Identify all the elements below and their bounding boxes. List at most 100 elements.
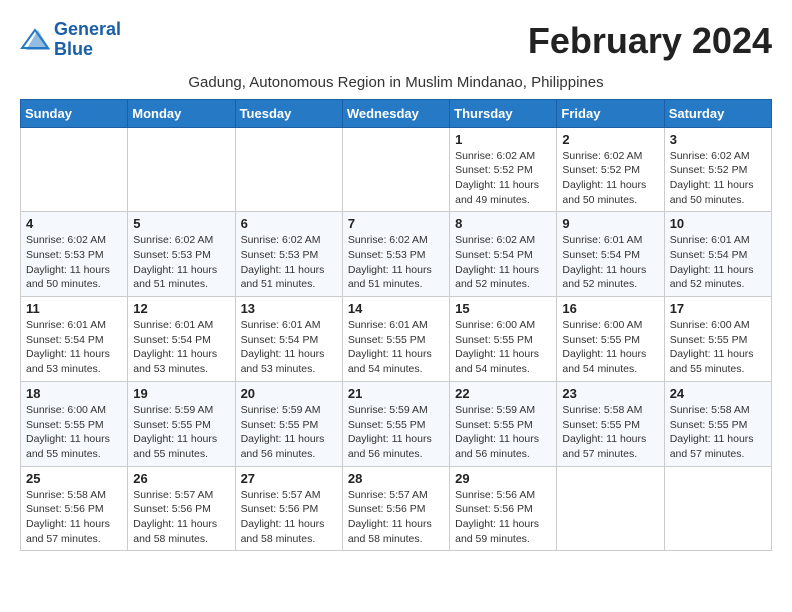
day-info: Sunrise: 6:02 AM Sunset: 5:52 PM Dayligh… [562, 149, 658, 208]
logo-line1: General [54, 19, 121, 39]
day-info: Sunrise: 5:59 AM Sunset: 5:55 PM Dayligh… [133, 403, 229, 462]
day-number: 29 [455, 471, 551, 486]
day-info: Sunrise: 5:57 AM Sunset: 5:56 PM Dayligh… [348, 488, 444, 547]
day-number: 17 [670, 301, 766, 316]
day-info: Sunrise: 6:00 AM Sunset: 5:55 PM Dayligh… [26, 403, 122, 462]
calendar-cell-w3d5: 23 Sunrise: 5:58 AM Sunset: 5:55 PM Dayli… [557, 381, 664, 466]
logo: General Blue [20, 20, 121, 60]
day-number: 28 [348, 471, 444, 486]
header-thursday: Thursday [450, 99, 557, 127]
header-saturday: Saturday [664, 99, 771, 127]
day-number: 8 [455, 216, 551, 231]
calendar-cell-w4d0: 25 Sunrise: 5:58 AM Sunset: 5:56 PM Dayli… [21, 466, 128, 551]
day-info: Sunrise: 5:59 AM Sunset: 5:55 PM Dayligh… [241, 403, 337, 462]
calendar-table: Sunday Monday Tuesday Wednesday Thursday… [20, 99, 772, 552]
day-info: Sunrise: 6:02 AM Sunset: 5:53 PM Dayligh… [348, 233, 444, 292]
day-number: 11 [26, 301, 122, 316]
calendar-cell-w0d5: 2 Sunrise: 6:02 AM Sunset: 5:52 PM Daylig… [557, 127, 664, 212]
day-number: 10 [670, 216, 766, 231]
day-number: 15 [455, 301, 551, 316]
day-number: 12 [133, 301, 229, 316]
calendar-cell-w1d5: 9Sunrise: 6:01 AM Sunset: 5:54 PM Daylig… [557, 212, 664, 297]
day-number: 14 [348, 301, 444, 316]
header-wednesday: Wednesday [342, 99, 449, 127]
day-info: Sunrise: 5:59 AM Sunset: 5:55 PM Dayligh… [348, 403, 444, 462]
day-number: 18 [26, 386, 122, 401]
calendar-cell-w1d3: 7 Sunrise: 6:02 AM Sunset: 5:53 PM Daylig… [342, 212, 449, 297]
day-number: 2 [562, 132, 658, 147]
calendar-cell-w1d0: 4Sunrise: 6:02 AM Sunset: 5:53 PM Daylig… [21, 212, 128, 297]
day-number: 23 [562, 386, 658, 401]
day-info: Sunrise: 6:01 AM Sunset: 5:54 PM Dayligh… [670, 233, 766, 292]
calendar-week-row-3: 18 Sunrise: 6:00 AM Sunset: 5:55 PM Dayli… [21, 381, 772, 466]
day-number: 24 [670, 386, 766, 401]
day-number: 3 [670, 132, 766, 147]
day-number: 13 [241, 301, 337, 316]
calendar-title: February 2024 [528, 20, 772, 62]
day-info: Sunrise: 6:01 AM Sunset: 5:54 PM Dayligh… [133, 318, 229, 377]
calendar-cell-w4d2: 27 Sunrise: 5:57 AM Sunset: 5:56 PM Dayli… [235, 466, 342, 551]
calendar-cell-w2d2: 13 Sunrise: 6:01 AM Sunset: 5:54 PM Dayli… [235, 297, 342, 382]
calendar-cell-w2d4: 15 Sunrise: 6:00 AM Sunset: 5:55 PM Dayli… [450, 297, 557, 382]
calendar-week-row-0: 1 Sunrise: 6:02 AM Sunset: 5:52 PM Daylig… [21, 127, 772, 212]
calendar-cell-w2d6: 17 Sunrise: 6:00 AM Sunset: 5:55 PM Dayli… [664, 297, 771, 382]
day-info: Sunrise: 6:02 AM Sunset: 5:52 PM Dayligh… [455, 149, 551, 208]
calendar-cell-w3d1: 19 Sunrise: 5:59 AM Sunset: 5:55 PM Dayli… [128, 381, 235, 466]
calendar-cell-w1d4: 8Sunrise: 6:02 AM Sunset: 5:54 PM Daylig… [450, 212, 557, 297]
day-number: 16 [562, 301, 658, 316]
logo-text: General Blue [54, 20, 121, 60]
day-info: Sunrise: 6:01 AM Sunset: 5:54 PM Dayligh… [562, 233, 658, 292]
calendar-cell-w1d6: 10 Sunrise: 6:01 AM Sunset: 5:54 PM Dayli… [664, 212, 771, 297]
day-info: Sunrise: 5:57 AM Sunset: 5:56 PM Dayligh… [241, 488, 337, 547]
calendar-cell-w3d4: 22 Sunrise: 5:59 AM Sunset: 5:55 PM Dayli… [450, 381, 557, 466]
day-number: 25 [26, 471, 122, 486]
day-info: Sunrise: 6:01 AM Sunset: 5:54 PM Dayligh… [241, 318, 337, 377]
logo-icon [20, 28, 50, 52]
day-info: Sunrise: 6:00 AM Sunset: 5:55 PM Dayligh… [562, 318, 658, 377]
calendar-week-row-4: 25 Sunrise: 5:58 AM Sunset: 5:56 PM Dayli… [21, 466, 772, 551]
calendar-cell-w2d0: 11 Sunrise: 6:01 AM Sunset: 5:54 PM Dayli… [21, 297, 128, 382]
calendar-cell-w1d2: 6Sunrise: 6:02 AM Sunset: 5:53 PM Daylig… [235, 212, 342, 297]
day-info: Sunrise: 6:01 AM Sunset: 5:55 PM Dayligh… [348, 318, 444, 377]
header-sunday: Sunday [21, 99, 128, 127]
day-info: Sunrise: 6:02 AM Sunset: 5:53 PM Dayligh… [26, 233, 122, 292]
day-number: 22 [455, 386, 551, 401]
calendar-cell-w4d5 [557, 466, 664, 551]
calendar-cell-w2d3: 14 Sunrise: 6:01 AM Sunset: 5:55 PM Dayli… [342, 297, 449, 382]
calendar-cell-w0d0 [21, 127, 128, 212]
day-info: Sunrise: 6:02 AM Sunset: 5:53 PM Dayligh… [133, 233, 229, 292]
header-monday: Monday [128, 99, 235, 127]
calendar-cell-w4d6 [664, 466, 771, 551]
calendar-header-row: Sunday Monday Tuesday Wednesday Thursday… [21, 99, 772, 127]
calendar-cell-w4d4: 29Sunrise: 5:56 AM Sunset: 5:56 PM Dayli… [450, 466, 557, 551]
day-info: Sunrise: 6:00 AM Sunset: 5:55 PM Dayligh… [455, 318, 551, 377]
calendar-cell-w3d6: 24Sunrise: 5:58 AM Sunset: 5:55 PM Dayli… [664, 381, 771, 466]
calendar-subtitle: Gadung, Autonomous Region in Muslim Mind… [20, 74, 772, 91]
day-number: 19 [133, 386, 229, 401]
logo-line2: Blue [54, 39, 93, 59]
calendar-cell-w4d1: 26Sunrise: 5:57 AM Sunset: 5:56 PM Dayli… [128, 466, 235, 551]
day-info: Sunrise: 5:58 AM Sunset: 5:56 PM Dayligh… [26, 488, 122, 547]
calendar-cell-w3d0: 18 Sunrise: 6:00 AM Sunset: 5:55 PM Dayli… [21, 381, 128, 466]
day-number: 20 [241, 386, 337, 401]
calendar-cell-w4d3: 28 Sunrise: 5:57 AM Sunset: 5:56 PM Dayli… [342, 466, 449, 551]
day-info: Sunrise: 6:01 AM Sunset: 5:54 PM Dayligh… [26, 318, 122, 377]
day-info: Sunrise: 6:00 AM Sunset: 5:55 PM Dayligh… [670, 318, 766, 377]
day-number: 1 [455, 132, 551, 147]
calendar-week-row-1: 4Sunrise: 6:02 AM Sunset: 5:53 PM Daylig… [21, 212, 772, 297]
calendar-cell-w0d2 [235, 127, 342, 212]
day-number: 27 [241, 471, 337, 486]
day-number: 26 [133, 471, 229, 486]
day-number: 7 [348, 216, 444, 231]
calendar-cell-w1d1: 5Sunrise: 6:02 AM Sunset: 5:53 PM Daylig… [128, 212, 235, 297]
header-tuesday: Tuesday [235, 99, 342, 127]
day-info: Sunrise: 5:59 AM Sunset: 5:55 PM Dayligh… [455, 403, 551, 462]
day-number: 6 [241, 216, 337, 231]
calendar-cell-w0d3 [342, 127, 449, 212]
calendar-cell-w2d1: 12 Sunrise: 6:01 AM Sunset: 5:54 PM Dayli… [128, 297, 235, 382]
day-number: 21 [348, 386, 444, 401]
day-info: Sunrise: 5:58 AM Sunset: 5:55 PM Dayligh… [562, 403, 658, 462]
calendar-cell-w0d6: 3Sunrise: 6:02 AM Sunset: 5:52 PM Daylig… [664, 127, 771, 212]
calendar-cell-w0d4: 1 Sunrise: 6:02 AM Sunset: 5:52 PM Daylig… [450, 127, 557, 212]
title-section: February 2024 [528, 20, 772, 62]
